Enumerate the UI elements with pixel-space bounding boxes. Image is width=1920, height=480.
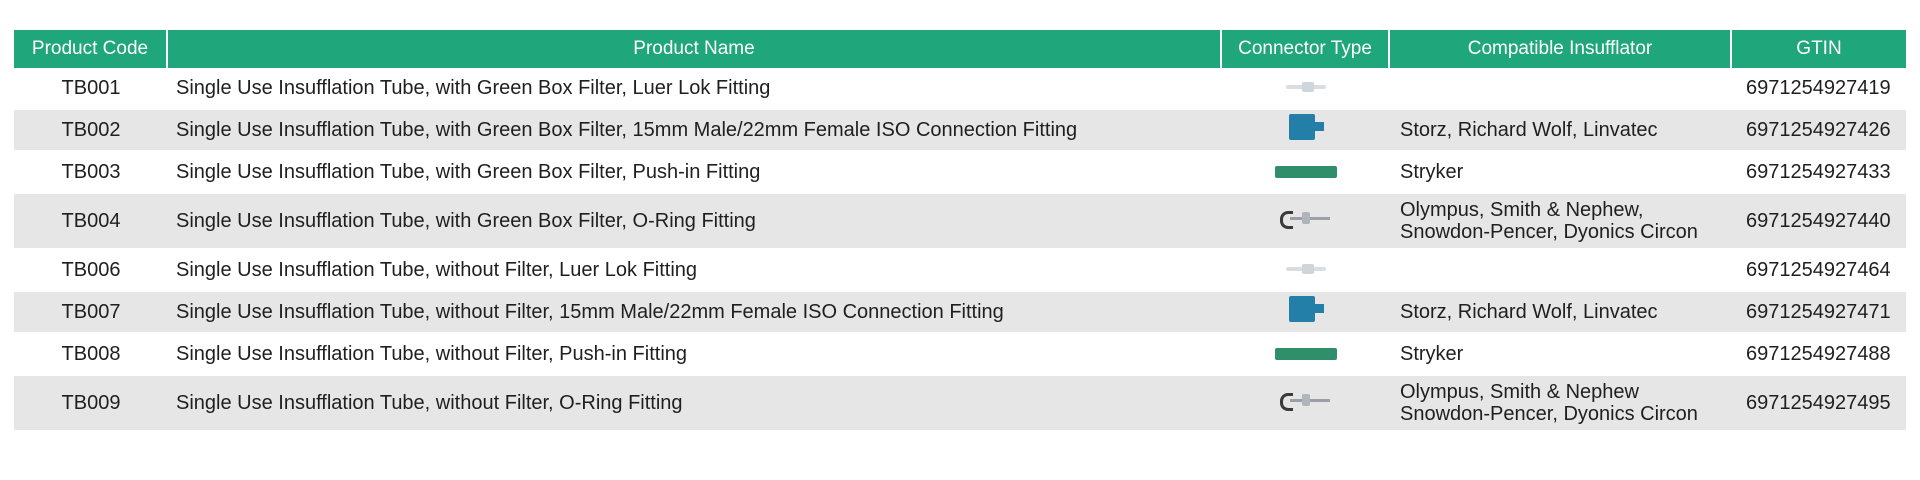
product-table-container: Product Code Product Name Connector Type… (14, 30, 1906, 432)
product-table: Product Code Product Name Connector Type… (14, 30, 1906, 432)
gtin-cell: 6971254927495 (1732, 376, 1906, 432)
o-ring-icon (1278, 211, 1334, 233)
table-row: TB006 Single Use Insufflation Tube, witho… (14, 250, 1906, 292)
iso-connector-icon (1283, 296, 1329, 329)
product-code-cell: TB001 (14, 68, 168, 110)
product-code-cell: TB002 (14, 110, 168, 152)
table-row: TB007 Single Use Insufflation Tube, witho… (14, 292, 1906, 334)
table-row: TB004 Single Use Insufflation Tube, with … (14, 194, 1906, 250)
product-name-cell: Single Use Insufflation Tube, with Green… (168, 194, 1222, 250)
compatible-insufflator-cell (1390, 68, 1732, 110)
product-code-cell: TB009 (14, 376, 168, 432)
push-in-icon (1275, 161, 1337, 183)
gtin-cell: 6971254927419 (1732, 68, 1906, 110)
gtin-cell: 6971254927440 (1732, 194, 1906, 250)
product-name-cell: Single Use Insufflation Tube, with Green… (168, 68, 1222, 110)
table-row: TB003 Single Use Insufflation Tube, with … (14, 152, 1906, 194)
table-row: TB009 Single Use Insufflation Tube, witho… (14, 376, 1906, 432)
connector-type-cell (1222, 194, 1390, 250)
compatible-insufflator-cell: Olympus, Smith & Nephew, Snowdon-Pencer, … (1390, 194, 1732, 250)
product-name-cell: Single Use Insufflation Tube, without Fi… (168, 334, 1222, 376)
header-connector-type: Connector Type (1222, 30, 1390, 68)
compatible-insufflator-line: Olympus, Smith & Nephew, (1400, 199, 1644, 221)
push-in-icon (1275, 343, 1337, 365)
compatible-insufflator-cell: Storz, Richard Wolf, Linvatec (1390, 110, 1732, 152)
connector-type-cell (1222, 110, 1390, 152)
header-compatible-insufflator: Compatible Insufflator (1390, 30, 1732, 68)
header-product-name: Product Name (168, 30, 1222, 68)
compatible-insufflator-line: Snowdon-Pencer, Dyonics Circon (1400, 403, 1698, 425)
connector-type-cell (1222, 250, 1390, 292)
compatible-insufflator-line: Olympus, Smith & Nephew (1400, 381, 1639, 403)
gtin-cell: 6971254927471 (1732, 292, 1906, 334)
table-header-row: Product Code Product Name Connector Type… (14, 30, 1906, 68)
connector-type-cell (1222, 334, 1390, 376)
compatible-insufflator-cell: Stryker (1390, 334, 1732, 376)
gtin-cell: 6971254927488 (1732, 334, 1906, 376)
header-product-code: Product Code (14, 30, 168, 68)
product-code-cell: TB003 (14, 152, 168, 194)
header-gtin: GTIN (1732, 30, 1906, 68)
table-row: TB001 Single Use Insufflation Tube, with … (14, 68, 1906, 110)
table-row: TB008 Single Use Insufflation Tube, witho… (14, 334, 1906, 376)
compatible-insufflator-line: Snowdon-Pencer, Dyonics Circon (1400, 221, 1698, 243)
o-ring-icon (1278, 393, 1334, 415)
connector-type-cell (1222, 68, 1390, 110)
iso-connector-icon (1283, 114, 1329, 147)
compatible-insufflator-text: Storz, Richard Wolf, Linvatec (1400, 119, 1658, 141)
product-code-cell: TB007 (14, 292, 168, 334)
connector-type-cell (1222, 292, 1390, 334)
luer-lok-icon (1280, 259, 1332, 281)
luer-lok-icon (1280, 77, 1332, 99)
gtin-cell: 6971254927464 (1732, 250, 1906, 292)
compatible-insufflator-cell: Storz, Richard Wolf, Linvatec (1390, 292, 1732, 334)
compatible-insufflator-text: Storz, Richard Wolf, Linvatec (1400, 301, 1658, 323)
product-name-cell: Single Use Insufflation Tube, with Green… (168, 152, 1222, 194)
product-name-cell: Single Use Insufflation Tube, without Fi… (168, 292, 1222, 334)
gtin-cell: 6971254927426 (1732, 110, 1906, 152)
compatible-insufflator-cell (1390, 250, 1732, 292)
compatible-insufflator-cell: Olympus, Smith & Nephew Snowdon-Pencer, D… (1390, 376, 1732, 432)
table-row: TB002 Single Use Insufflation Tube, with … (14, 110, 1906, 152)
connector-type-cell (1222, 152, 1390, 194)
product-name-cell: Single Use Insufflation Tube, without Fi… (168, 376, 1222, 432)
product-code-cell: TB006 (14, 250, 168, 292)
compatible-insufflator-text: Stryker (1400, 161, 1464, 183)
product-code-cell: TB008 (14, 334, 168, 376)
connector-type-cell (1222, 376, 1390, 432)
product-code-cell: TB004 (14, 194, 168, 250)
product-name-cell: Single Use Insufflation Tube, with Green… (168, 110, 1222, 152)
compatible-insufflator-cell: Stryker (1390, 152, 1732, 194)
product-name-cell: Single Use Insufflation Tube, without Fi… (168, 250, 1222, 292)
gtin-cell: 6971254927433 (1732, 152, 1906, 194)
compatible-insufflator-text: Stryker (1400, 343, 1464, 365)
